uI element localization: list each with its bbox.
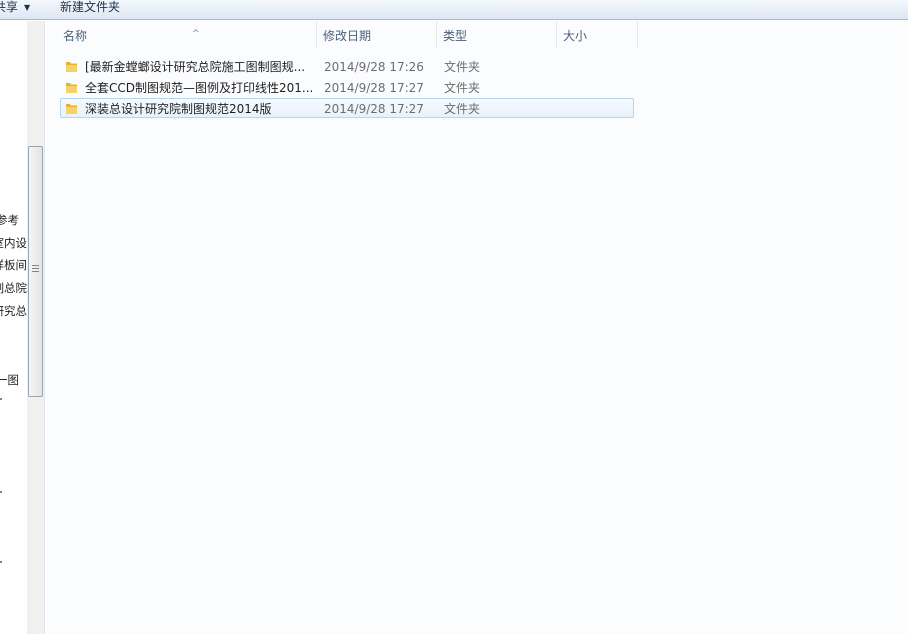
file-type: 文件夹 [444,60,481,74]
file-type: 文件夹 [444,102,481,116]
folder-icon [66,83,77,93]
nav-tree-item[interactable]: 样板间 [0,256,27,274]
file-row[interactable]: 全套CCD制图规范—图例及打印线性201... 2014/9/28 17:27 … [60,77,634,97]
nav-tree-item[interactable]: 研究总 [0,302,27,320]
share-label: 共享 [0,0,19,14]
nav-tree-item[interactable]: 一图 [0,371,27,389]
file-row-selected[interactable]: 深装总设计研究院制图规范2014版 2014/9/28 17:27 文件夹 [60,98,634,118]
nav-tree-item[interactable]: 参考 [0,211,27,229]
file-name: 全套CCD制图规范—图例及打印线性201... [85,81,314,95]
nav-tree-item[interactable]: 制总院 [0,279,27,297]
navigation-pane: 参考室内设样板间制总院研究总一图 [0,21,45,634]
file-list-view: 名称 ^ 修改日期 类型 大小 [最新金螳螂设计研究总院施工图制图规... 20… [46,21,908,634]
grip-icon [32,265,39,274]
column-header-date[interactable]: 修改日期 [317,21,437,48]
nav-scrollbar[interactable] [27,21,44,634]
column-header-type[interactable]: 类型 [437,21,557,48]
file-date: 2014/9/28 17:26 [324,60,424,74]
nav-scrollbar-thumb[interactable] [28,146,43,397]
command-toolbar: 共享 ▼ 新建文件夹 [0,0,908,20]
file-name: 深装总设计研究院制图规范2014版 [85,102,272,116]
folder-icon [66,62,77,72]
new-folder-button[interactable]: 新建文件夹 [60,0,120,18]
chevron-down-icon: ▼ [24,3,31,12]
nav-tree-dot [0,398,2,400]
share-button[interactable]: 共享 ▼ [0,0,30,18]
file-name: [最新金螳螂设计研究总院施工图制图规... [85,60,306,74]
column-name-label: 名称 [63,29,88,43]
file-type: 文件夹 [444,81,481,95]
column-header-name[interactable]: 名称 ^ [57,21,317,48]
file-date: 2014/9/28 17:27 [324,81,424,95]
sort-ascending-icon: ^ [192,29,200,39]
nav-tree-dot [0,491,2,493]
folder-icon [66,104,77,114]
file-date: 2014/9/28 17:27 [324,102,424,116]
nav-tree-dot [0,561,2,563]
file-row[interactable]: [最新金螳螂设计研究总院施工图制图规... 2014/9/28 17:26 文件… [60,56,634,76]
nav-tree-item[interactable]: 室内设 [0,234,27,252]
column-header-size[interactable]: 大小 [557,21,638,48]
